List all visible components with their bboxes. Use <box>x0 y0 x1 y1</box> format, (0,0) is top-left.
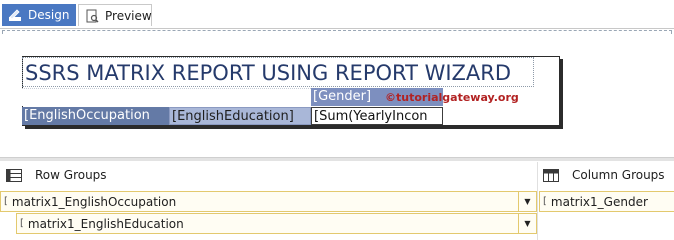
ruler-pencil-icon <box>8 8 22 22</box>
row-groups-icon <box>6 168 22 182</box>
panel-splitter[interactable] <box>0 157 674 161</box>
column-group-item[interactable]: [ matrix1_Gender ▼ <box>539 191 674 212</box>
row-group-name: matrix1_EnglishOccupation <box>11 194 177 209</box>
tab-preview[interactable]: Preview <box>78 4 152 26</box>
chevron-down-icon[interactable]: ▼ <box>518 192 536 211</box>
tab-preview-label: Preview <box>105 8 152 23</box>
group-bracket-icon: [ <box>20 218 24 229</box>
row-group-cell-education[interactable]: [EnglishEducation] <box>169 107 311 125</box>
row-group-item[interactable]: [ matrix1_EnglishEducation ▼ <box>16 213 537 234</box>
column-groups-icon <box>543 168 559 182</box>
row-group-item[interactable]: [ matrix1_EnglishOccupation ▼ <box>0 191 537 212</box>
column-groups-label: Column Groups <box>572 168 665 182</box>
groups-divider <box>537 162 538 240</box>
chevron-down-icon[interactable]: ▼ <box>518 214 536 233</box>
group-bracket-icon: [ <box>4 196 8 207</box>
tab-design[interactable]: Design <box>2 4 76 26</box>
column-groups-header: Column Groups <box>537 162 674 188</box>
design-surface-border <box>0 28 674 29</box>
data-cell-yearly-income[interactable]: [Sum(YearlyIncon <box>311 107 443 125</box>
row-group-cell-occupation[interactable]: [EnglishOccupation <box>22 107 169 125</box>
row-groups-header: Row Groups <box>0 162 536 188</box>
report-title-textbox[interactable]: SSRS MATRIX REPORT USING REPORT WIZARD <box>22 57 534 87</box>
row-groups-label: Row Groups <box>35 168 107 182</box>
column-group-name: matrix1_Gender <box>550 194 648 209</box>
watermark-text: ©tutorialgateway.org <box>385 91 519 104</box>
page-selection-frame <box>2 30 672 34</box>
group-bracket-icon: [ <box>543 196 547 207</box>
matrix-corner-cell[interactable] <box>22 88 311 106</box>
tab-design-label: Design <box>28 8 70 22</box>
row-group-name: matrix1_EnglishEducation <box>27 216 184 231</box>
preview-icon <box>85 9 99 23</box>
